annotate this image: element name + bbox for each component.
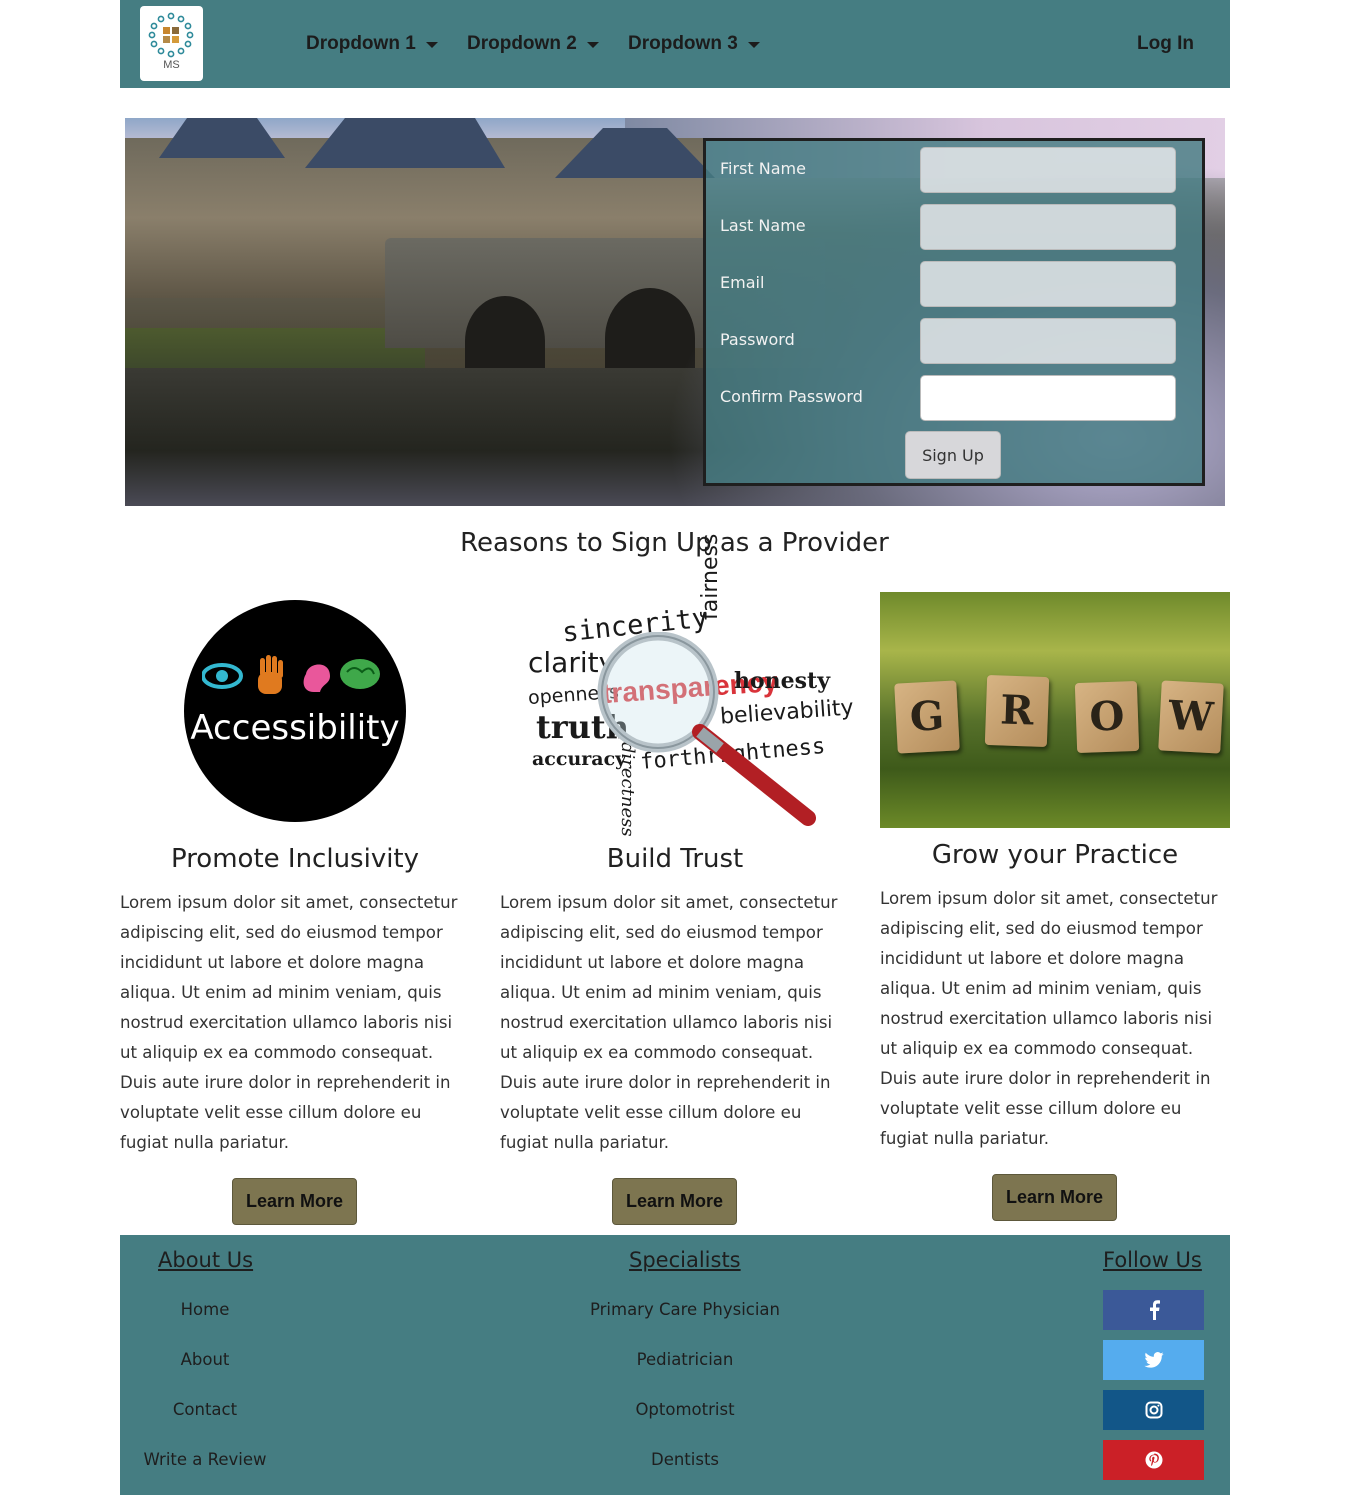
tile-o: O bbox=[1074, 680, 1140, 754]
password-row: Password bbox=[706, 318, 1202, 364]
email-field[interactable] bbox=[920, 261, 1176, 307]
nav-dropdown-2-label: Dropdown 2 bbox=[467, 33, 577, 54]
footer-specialists-heading[interactable]: Specialists bbox=[629, 1248, 741, 1272]
word-fairness: fairness bbox=[698, 533, 723, 620]
footer-link-home[interactable]: Home bbox=[120, 1300, 290, 1319]
ear-icon bbox=[303, 664, 330, 692]
trust-word-cloud: sincerity fairness clarity openness tran… bbox=[520, 534, 854, 837]
hero-roof bbox=[305, 118, 505, 168]
first-name-label: First Name bbox=[720, 159, 806, 178]
card-1-body: Lorem ipsum dolor sit amet, consectetur … bbox=[120, 893, 458, 1152]
learn-more-button-3[interactable]: Learn More bbox=[992, 1174, 1117, 1221]
footer-link-write-review[interactable]: Write a Review bbox=[120, 1450, 290, 1469]
nav-dropdown-1[interactable]: Dropdown 1 bbox=[306, 33, 438, 55]
signup-form: First Name Last Name Email Password Conf… bbox=[703, 138, 1205, 486]
footer-follow-heading: Follow Us bbox=[1103, 1248, 1202, 1272]
last-name-label: Last Name bbox=[720, 216, 806, 235]
first-name-row: First Name bbox=[706, 147, 1202, 193]
caret-down-icon bbox=[425, 42, 438, 48]
card-1-title: Promote Inclusivity bbox=[170, 844, 420, 874]
footer-link-about[interactable]: About bbox=[120, 1350, 290, 1369]
nav-dropdown-1-label: Dropdown 1 bbox=[306, 33, 416, 54]
logo-text: MS bbox=[163, 59, 180, 71]
grow-image: G R O W bbox=[880, 592, 1230, 828]
hero-banner: First Name Last Name Email Password Conf… bbox=[125, 118, 1225, 506]
sign-up-button[interactable]: Sign Up bbox=[905, 431, 1001, 479]
password-field[interactable] bbox=[920, 318, 1176, 364]
first-name-field[interactable] bbox=[920, 147, 1176, 193]
nav-dropdown-3-label: Dropdown 3 bbox=[628, 33, 738, 54]
reasons-title: Reasons to Sign Up as a Provider bbox=[460, 528, 889, 558]
footer: About Us Home About Contact Write a Revi… bbox=[120, 1235, 1230, 1495]
confirm-password-field[interactable] bbox=[920, 375, 1176, 421]
tile-r: R bbox=[984, 674, 1050, 748]
confirm-password-row: Confirm Password bbox=[706, 375, 1202, 421]
accessibility-icons bbox=[202, 655, 380, 694]
login-link[interactable]: Log In bbox=[1137, 33, 1194, 55]
learn-more-button-2[interactable]: Learn More bbox=[612, 1178, 737, 1225]
last-name-field[interactable] bbox=[920, 204, 1176, 250]
eye-icon bbox=[202, 663, 243, 689]
footer-link-optomotrist[interactable]: Optomotrist bbox=[535, 1400, 835, 1419]
hand-icon bbox=[258, 655, 283, 694]
pinterest-icon bbox=[1145, 1451, 1162, 1469]
footer-link-pediatrician[interactable]: Pediatrician bbox=[535, 1350, 835, 1369]
email-label: Email bbox=[720, 273, 765, 292]
magnifier-icon bbox=[597, 632, 816, 826]
nav-dropdown-3[interactable]: Dropdown 3 bbox=[628, 33, 760, 55]
navbar: MS Dropdown 1 Dropdown 2 Dropdown 3 Log … bbox=[120, 0, 1230, 88]
accessibility-caption: Accessibility bbox=[190, 708, 400, 748]
instagram-button[interactable] bbox=[1103, 1390, 1204, 1430]
logo[interactable]: MS bbox=[140, 6, 203, 81]
footer-link-contact[interactable]: Contact bbox=[120, 1400, 290, 1419]
footer-link-dentists[interactable]: Dentists bbox=[535, 1450, 835, 1469]
footer-link-primary-care[interactable]: Primary Care Physician bbox=[535, 1300, 835, 1319]
nav-dropdown-2[interactable]: Dropdown 2 bbox=[467, 33, 599, 55]
brain-icon bbox=[340, 659, 380, 689]
last-name-row: Last Name bbox=[706, 204, 1202, 250]
caret-down-icon bbox=[747, 42, 760, 48]
caret-down-icon bbox=[586, 42, 599, 48]
twitter-icon bbox=[1143, 1352, 1164, 1368]
card-3-body: Lorem ipsum dolor sit amet, consectetur … bbox=[880, 889, 1218, 1148]
tile-w: W bbox=[1158, 680, 1224, 754]
tile-g: G bbox=[894, 680, 960, 754]
twitter-button[interactable] bbox=[1103, 1340, 1204, 1380]
confirm-password-label: Confirm Password bbox=[720, 387, 863, 406]
email-row: Email bbox=[706, 261, 1202, 307]
pinterest-button[interactable] bbox=[1103, 1440, 1204, 1480]
logo-icon bbox=[148, 12, 194, 58]
instagram-icon bbox=[1145, 1401, 1162, 1419]
facebook-icon bbox=[1149, 1300, 1160, 1320]
footer-about-heading[interactable]: About Us bbox=[158, 1248, 253, 1272]
card-2-title: Build Trust bbox=[606, 844, 744, 874]
accessibility-image: Accessibility bbox=[184, 600, 406, 822]
password-label: Password bbox=[720, 330, 795, 349]
learn-more-button-1[interactable]: Learn More bbox=[232, 1178, 357, 1225]
card-3-title: Grow your Practice bbox=[931, 840, 1179, 870]
facebook-button[interactable] bbox=[1103, 1290, 1204, 1330]
card-2-body: Lorem ipsum dolor sit amet, consectetur … bbox=[500, 893, 838, 1152]
